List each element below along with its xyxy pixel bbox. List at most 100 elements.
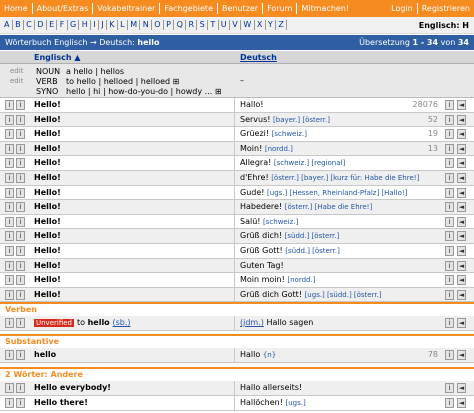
speaker-icon[interactable]: ◄: [457, 246, 466, 256]
nav-fachgebiete[interactable]: Fachgebiete: [160, 3, 218, 14]
speaker-icon[interactable]: ◄: [457, 231, 466, 242]
alphabet-letter-b[interactable]: B: [13, 20, 24, 30]
speaker-icon[interactable]: ◄: [457, 350, 466, 360]
alphabet-letter-d[interactable]: D: [35, 20, 47, 30]
info-button[interactable]: i: [5, 202, 14, 213]
info-button[interactable]: i: [5, 275, 14, 286]
info-button[interactable]: i: [16, 173, 25, 183]
info-button[interactable]: i: [5, 143, 14, 154]
login-link[interactable]: Login: [387, 3, 418, 14]
info-button[interactable]: i: [5, 129, 14, 140]
info-button[interactable]: i: [5, 289, 14, 300]
info-button[interactable]: i: [5, 187, 14, 198]
info-button[interactable]: i: [16, 289, 25, 300]
speaker-icon[interactable]: ◄: [457, 173, 466, 183]
info-button[interactable]: i: [16, 383, 25, 393]
nav-vokabeltrainer[interactable]: Vokabeltrainer: [93, 3, 161, 14]
info-button[interactable]: i: [5, 216, 14, 227]
register-link[interactable]: Registrieren: [418, 3, 474, 14]
info-button[interactable]: i: [5, 173, 14, 183]
play-audio-icon[interactable]: i: [445, 260, 454, 271]
alphabet-letter-c[interactable]: C: [24, 20, 36, 30]
speaker-icon[interactable]: ◄: [457, 216, 466, 227]
info-button[interactable]: i: [5, 100, 14, 110]
alphabet-letter-y[interactable]: Y: [266, 20, 277, 30]
alphabet-letter-m[interactable]: M: [128, 20, 141, 30]
info-button[interactable]: i: [5, 114, 14, 125]
alphabet-letter-j[interactable]: J: [99, 20, 107, 30]
info-button[interactable]: i: [16, 246, 25, 256]
alphabet-letter-o[interactable]: O: [152, 20, 164, 30]
info-button[interactable]: i: [16, 216, 25, 227]
play-audio-icon[interactable]: i: [445, 158, 454, 169]
nav-mitmachen[interactable]: Mitmachen!: [297, 3, 353, 14]
info-button[interactable]: i: [5, 246, 14, 256]
speaker-icon[interactable]: ◄: [457, 158, 466, 169]
speaker-icon[interactable]: ◄: [457, 383, 466, 393]
alphabet-letter-g[interactable]: G: [68, 20, 80, 30]
alphabet-letter-k[interactable]: K: [107, 20, 118, 30]
alphabet-letter-h[interactable]: H: [79, 20, 92, 30]
play-audio-icon[interactable]: i: [445, 275, 454, 286]
info-button[interactable]: i: [16, 260, 25, 271]
speaker-icon[interactable]: ◄: [457, 318, 466, 328]
info-button[interactable]: i: [5, 383, 14, 393]
nav-home[interactable]: Home: [0, 3, 33, 14]
play-audio-icon[interactable]: i: [445, 114, 454, 125]
alphabet-letter-q[interactable]: Q: [174, 20, 187, 30]
play-audio-icon[interactable]: i: [445, 143, 454, 154]
edit-link-verb[interactable]: edit: [10, 77, 23, 85]
info-button[interactable]: i: [16, 231, 25, 242]
speaker-icon[interactable]: ◄: [457, 129, 466, 140]
play-audio-icon[interactable]: i: [445, 383, 454, 393]
alphabet-letter-i[interactable]: I: [91, 20, 100, 30]
info-button[interactable]: i: [5, 350, 14, 360]
play-audio-icon[interactable]: i: [445, 246, 454, 256]
edit-link-noun[interactable]: edit: [10, 67, 23, 75]
info-button[interactable]: i: [16, 114, 25, 125]
alphabet-letter-e[interactable]: E: [47, 20, 58, 30]
alphabet-letter-r[interactable]: R: [186, 20, 198, 30]
info-button[interactable]: i: [16, 143, 25, 154]
play-audio-icon[interactable]: i: [445, 398, 454, 408]
alphabet-letter-t[interactable]: T: [208, 20, 219, 30]
speaker-icon[interactable]: ◄: [457, 275, 466, 286]
play-audio-icon[interactable]: i: [445, 173, 454, 183]
nav-forum[interactable]: Forum: [263, 3, 298, 14]
info-button[interactable]: i: [5, 318, 14, 328]
speaker-icon[interactable]: ◄: [457, 289, 466, 300]
play-audio-icon[interactable]: i: [445, 216, 454, 227]
alphabet-letter-z[interactable]: Z: [276, 20, 288, 30]
info-button[interactable]: i: [5, 398, 14, 408]
speaker-icon[interactable]: ◄: [457, 187, 466, 198]
alphabet-letter-p[interactable]: P: [164, 20, 175, 30]
info-button[interactable]: i: [16, 187, 25, 198]
speaker-icon[interactable]: ◄: [457, 143, 466, 154]
play-audio-icon[interactable]: i: [445, 231, 454, 242]
alphabet-letter-l[interactable]: L: [118, 20, 128, 30]
speaker-icon[interactable]: ◄: [457, 100, 466, 110]
column-german[interactable]: Deutsch: [240, 53, 277, 62]
info-button[interactable]: i: [16, 350, 25, 360]
alphabet-letter-a[interactable]: A: [0, 20, 13, 30]
play-audio-icon[interactable]: i: [445, 100, 454, 110]
info-button[interactable]: i: [16, 202, 25, 213]
info-button[interactable]: i: [5, 158, 14, 169]
info-button[interactable]: i: [16, 158, 25, 169]
speaker-icon[interactable]: ◄: [457, 398, 466, 408]
alphabet-letter-v[interactable]: V: [230, 20, 242, 30]
info-button[interactable]: i: [16, 275, 25, 286]
alphabet-letter-u[interactable]: U: [219, 20, 230, 30]
alphabet-letter-n[interactable]: N: [140, 20, 152, 30]
play-audio-icon[interactable]: i: [445, 350, 454, 360]
play-audio-icon[interactable]: i: [445, 318, 454, 328]
nav-about[interactable]: About/Extras: [33, 3, 94, 14]
alphabet-letter-f[interactable]: F: [57, 20, 68, 30]
info-button[interactable]: i: [16, 100, 25, 110]
info-button[interactable]: i: [16, 398, 25, 408]
play-audio-icon[interactable]: i: [445, 202, 454, 213]
info-button[interactable]: i: [5, 231, 14, 242]
info-button[interactable]: i: [16, 318, 25, 328]
play-audio-icon[interactable]: i: [445, 187, 454, 198]
play-audio-icon[interactable]: i: [445, 289, 454, 300]
